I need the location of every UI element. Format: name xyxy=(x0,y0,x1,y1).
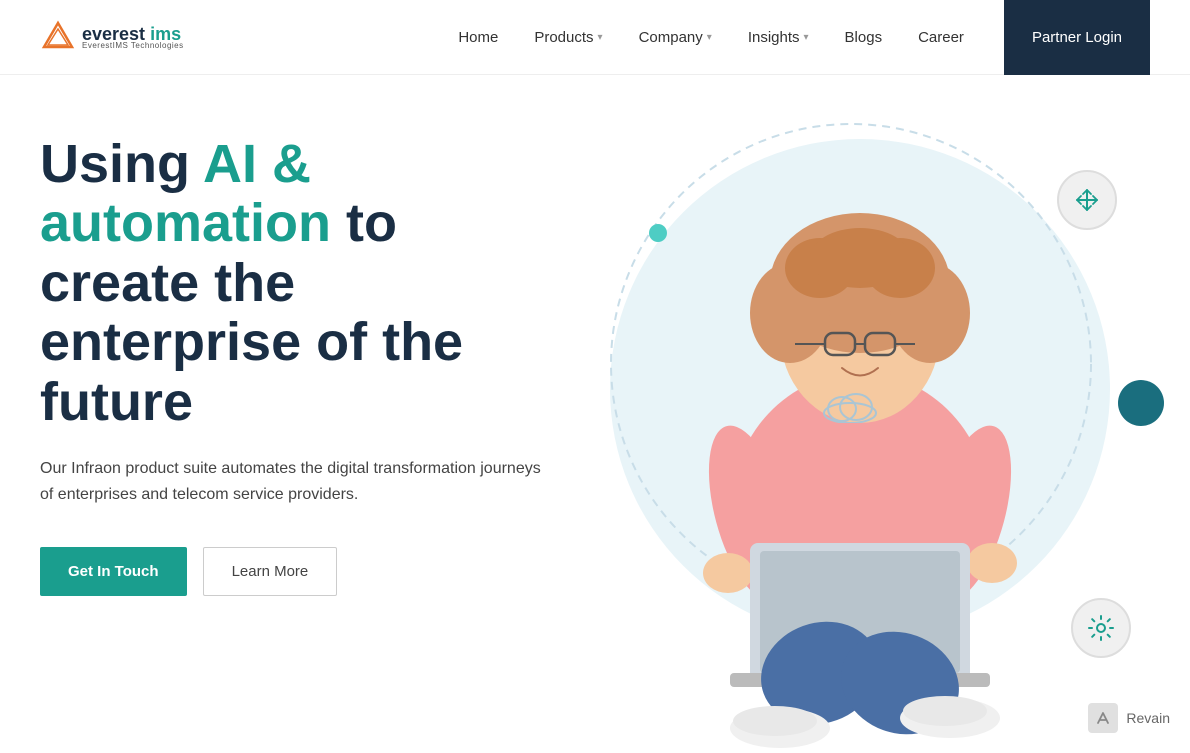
logo-icon xyxy=(40,19,76,55)
nav-item-company[interactable]: Company ▾ xyxy=(639,29,712,46)
revain-logo-icon xyxy=(1092,707,1114,729)
gear-icon xyxy=(1087,614,1115,642)
nav-item-home[interactable]: Home xyxy=(458,29,498,46)
arrows-icon xyxy=(1073,186,1101,214)
nav-menu: Home Products ▾ Company ▾ Insights ▾ Blo… xyxy=(458,29,964,46)
nav-link-career[interactable]: Career xyxy=(918,29,964,46)
hero-title: Using AI & automation to create the ente… xyxy=(40,135,550,432)
chevron-down-icon: ▾ xyxy=(804,32,809,43)
nav-link-company[interactable]: Company ▾ xyxy=(639,29,712,46)
partner-login-button[interactable]: Partner Login xyxy=(1004,0,1150,75)
nav-item-career[interactable]: Career xyxy=(918,29,964,46)
nav-item-products[interactable]: Products ▾ xyxy=(534,29,602,46)
nav-link-blogs[interactable]: Blogs xyxy=(845,29,883,46)
hero-person-image xyxy=(620,173,1100,753)
revain-watermark: Revain xyxy=(1088,703,1170,733)
nav-item-blogs[interactable]: Blogs xyxy=(845,29,883,46)
learn-more-button[interactable]: Learn More xyxy=(203,547,338,596)
move-icon-circle xyxy=(1057,170,1117,230)
logo-sub-text: EverestIMS Technologies xyxy=(82,41,184,50)
decorative-dark-dot xyxy=(1118,380,1164,426)
hero-image-area xyxy=(530,75,1190,753)
hero-content: Using AI & automation to create the ente… xyxy=(0,75,590,636)
hero-description: Our Infraon product suite automates the … xyxy=(40,456,550,507)
revain-icon xyxy=(1088,703,1118,733)
hero-buttons: Get In Touch Learn More xyxy=(40,547,550,596)
person-svg xyxy=(620,173,1100,753)
hero-title-part1: Using xyxy=(40,134,203,194)
get-in-touch-button[interactable]: Get In Touch xyxy=(40,547,187,596)
navigation: everest ims EverestIMS Technologies Home… xyxy=(0,0,1190,75)
decorative-teal-dot xyxy=(649,224,667,242)
chevron-down-icon: ▾ xyxy=(598,32,603,43)
nav-link-home[interactable]: Home xyxy=(458,29,498,46)
nav-link-products[interactable]: Products ▾ xyxy=(534,29,602,46)
nav-link-insights[interactable]: Insights ▾ xyxy=(748,29,809,46)
logo[interactable]: everest ims EverestIMS Technologies xyxy=(40,19,184,55)
nav-item-insights[interactable]: Insights ▾ xyxy=(748,29,809,46)
chevron-down-icon: ▾ xyxy=(707,32,712,43)
revain-label: Revain xyxy=(1126,710,1170,726)
settings-icon-circle xyxy=(1071,598,1131,658)
cloud-decoration xyxy=(820,387,880,423)
hero-section: Using AI & automation to create the ente… xyxy=(0,75,1190,753)
